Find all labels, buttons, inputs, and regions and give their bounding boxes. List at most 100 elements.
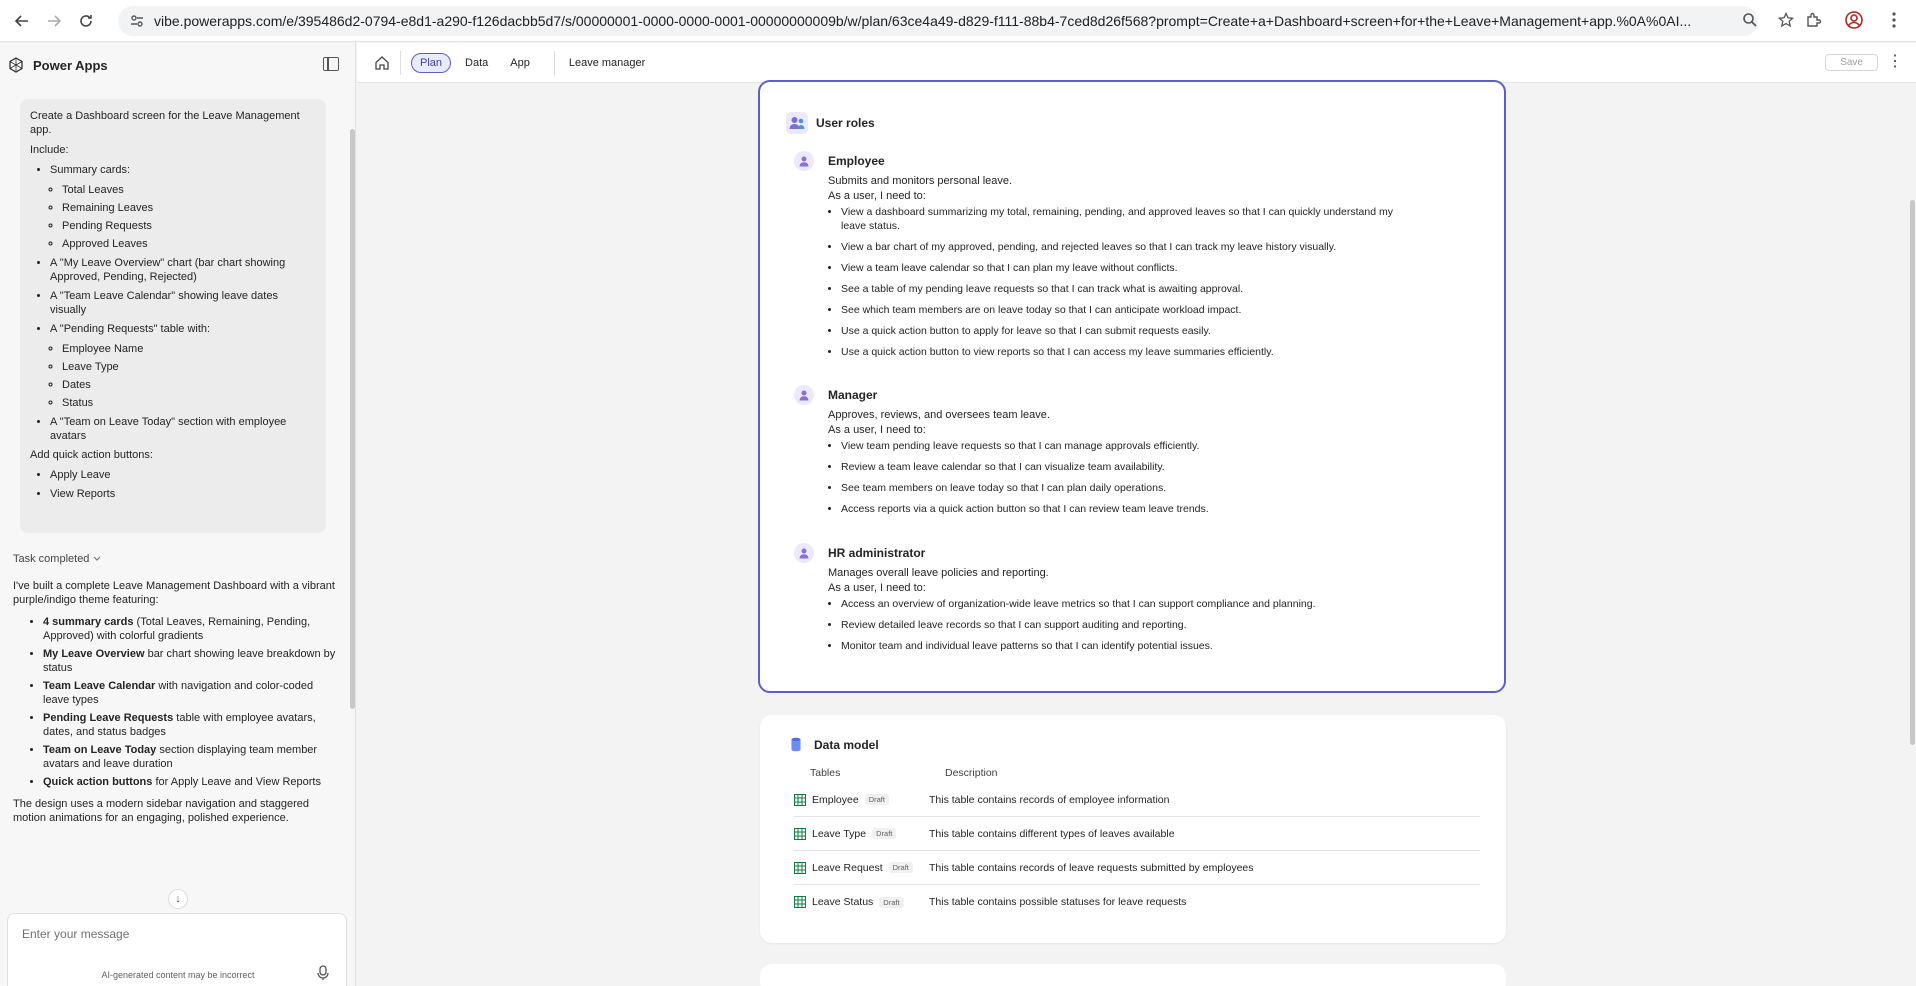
forward-icon[interactable] [40, 7, 68, 35]
table-name: Leave Type [812, 827, 867, 840]
role-description: Approves, reviews, and oversees team lea… [828, 409, 1050, 421]
prompt-list-item: A "Pending Requests" table with: Employe… [50, 322, 316, 410]
role-need-item: See team members on leave today so that … [841, 481, 1401, 495]
role-hr-administrator: HR administrator Manages overall leave p… [794, 543, 1434, 660]
table-icon [794, 793, 806, 806]
data-model-card: Data model Tables Description Employee D… [760, 715, 1506, 943]
collapse-panel-icon[interactable] [323, 57, 339, 71]
role-need-item: View team pending leave requests so that… [841, 439, 1401, 453]
prompt-list-item: A "Team on Leave Today" section with emp… [50, 415, 316, 443]
table-name: Leave Request [812, 861, 883, 874]
role-need-item: View a team leave calendar so that I can… [841, 261, 1401, 275]
reply-item: Team on Leave Today section displaying t… [43, 743, 339, 771]
app-header: Power Apps [0, 43, 355, 87]
tab-app[interactable]: App [502, 54, 538, 72]
draft-badge: Draft [888, 862, 913, 873]
assistant-reply: I've built a complete Leave Management D… [13, 579, 339, 833]
role-need-label: As a user, I need to: [828, 190, 926, 202]
prompt-list-item: A "My Leave Overview" chart (bar chart s… [50, 256, 316, 284]
person-icon [794, 385, 814, 405]
prompt-include: Include: [30, 144, 69, 156]
table-description: This table contains possible statuses fo… [929, 896, 1187, 908]
message-input[interactable] [22, 927, 322, 941]
role-need-item: Review detailed leave records so that I … [841, 618, 1401, 632]
task-status-label: Task completed [13, 553, 90, 565]
table-description: This table contains records of employee … [929, 793, 1170, 806]
table-row[interactable]: Employee Draft This table contains recor… [794, 783, 1480, 817]
user-roles-card: User roles Employee Submits and monitors… [758, 80, 1506, 693]
role-employee: Employee Submits and monitors personal l… [794, 151, 1434, 366]
chevron-down-icon [94, 556, 101, 561]
tab-data[interactable]: Data [457, 54, 496, 72]
role-need-item: Monitor team and individual leave patter… [841, 639, 1401, 653]
reply-outro: The design uses a modern sidebar navigat… [13, 798, 309, 824]
back-icon[interactable] [8, 7, 36, 35]
bookmark-star-icon[interactable] [1776, 10, 1796, 30]
prompt-sub-item: Employee Name [62, 342, 316, 356]
data-model-title: Data model [814, 738, 879, 752]
table-row[interactable]: Leave Status Draft This table contains p… [794, 885, 1480, 919]
browser-toolbar: vibe.powerapps.com/e/395486d2-0794-e8d1-… [0, 0, 1916, 42]
prompt-sub-item: Leave Type [62, 360, 316, 374]
prompt-list-item: View Reports [50, 487, 316, 501]
table-name: Employee [812, 793, 859, 806]
role-name: Manager [828, 388, 878, 402]
tab-plan[interactable]: Plan [411, 52, 452, 73]
prompt-sub-item: Total Leaves [62, 183, 316, 197]
address-bar[interactable]: vibe.powerapps.com/e/395486d2-0794-e8d1-… [118, 6, 1758, 36]
save-button[interactable]: Save [1825, 54, 1878, 71]
prompt-sub-item: Approved Leaves [62, 237, 316, 251]
browser-menu-icon[interactable] [1882, 8, 1906, 32]
reply-item: My Leave Overview bar chart showing leav… [43, 647, 339, 675]
role-need-item: Use a quick action button to apply for l… [841, 324, 1401, 338]
reply-intro: I've built a complete Leave Management D… [13, 580, 335, 606]
chat-scrollbar[interactable] [350, 129, 355, 709]
prompt-list-item: Apply Leave [50, 468, 316, 482]
table-row[interactable]: Leave Type Draft This table contains dif… [794, 817, 1480, 851]
role-name: HR administrator [828, 546, 926, 560]
app-name[interactable]: Leave manager [569, 57, 645, 69]
database-icon [791, 737, 801, 752]
role-need-item: Access an overview of organization-wide … [841, 597, 1401, 611]
table-row[interactable]: Leave Request Draft This table contains … [794, 851, 1480, 885]
person-icon [794, 151, 814, 171]
zoom-icon[interactable] [1740, 10, 1760, 30]
home-icon[interactable] [374, 55, 390, 71]
profile-icon[interactable] [1842, 8, 1866, 32]
app-title: Power Apps [33, 57, 108, 73]
site-info-icon[interactable] [128, 12, 146, 30]
user-roles-icon [786, 112, 808, 134]
table-description: This table contains different types of l… [929, 827, 1175, 840]
main-scrollbar[interactable] [1910, 200, 1915, 745]
prompt-sub-item: Pending Requests [62, 219, 316, 233]
extensions-icon[interactable] [1802, 8, 1826, 32]
more-options-icon[interactable]: ⋮ [1887, 51, 1904, 71]
role-need-label: As a user, I need to: [828, 582, 926, 594]
role-description: Manages overall leave policies and repor… [828, 567, 1049, 579]
user-prompt: Create a Dashboard screen for the Leave … [20, 99, 326, 533]
task-status-toggle[interactable]: Task completed [13, 553, 101, 565]
prompt-quick-actions: Add quick action buttons: [30, 449, 153, 461]
ai-disclaimer: AI-generated content may be incorrect [101, 970, 255, 980]
reply-item: Team Leave Calendar with navigation and … [43, 679, 339, 707]
draft-badge: Draft [879, 896, 904, 908]
reply-item: 4 summary cards (Total Leaves, Remaining… [43, 615, 339, 643]
prompt-sub-item: Remaining Leaves [62, 201, 316, 215]
reply-item: Quick action buttons for Apply Leave and… [43, 775, 339, 789]
role-need-item: Review a team leave calendar so that I c… [841, 460, 1401, 474]
table-name: Leave Status [812, 896, 874, 908]
role-manager: Manager Approves, reviews, and oversees … [794, 385, 1434, 523]
table-icon [794, 827, 806, 840]
table-icon [794, 896, 806, 908]
table-description: This table contains records of leave req… [929, 861, 1254, 874]
column-header-tables: Tables [810, 767, 841, 779]
toolbar-divider [553, 50, 555, 75]
role-description: Submits and monitors personal leave. [828, 175, 1013, 187]
role-need-item: See a table of my pending leave requests… [841, 282, 1401, 296]
prompt-list-item: A "Team Leave Calendar" showing leave da… [50, 289, 316, 317]
url-text[interactable]: vibe.powerapps.com/e/395486d2-0794-e8d1-… [154, 13, 1694, 29]
toolbar-divider [400, 50, 401, 75]
reload-icon[interactable] [72, 7, 100, 35]
role-need-item: Use a quick action button to view report… [841, 345, 1401, 359]
scroll-down-icon[interactable]: ↓ [168, 889, 188, 909]
